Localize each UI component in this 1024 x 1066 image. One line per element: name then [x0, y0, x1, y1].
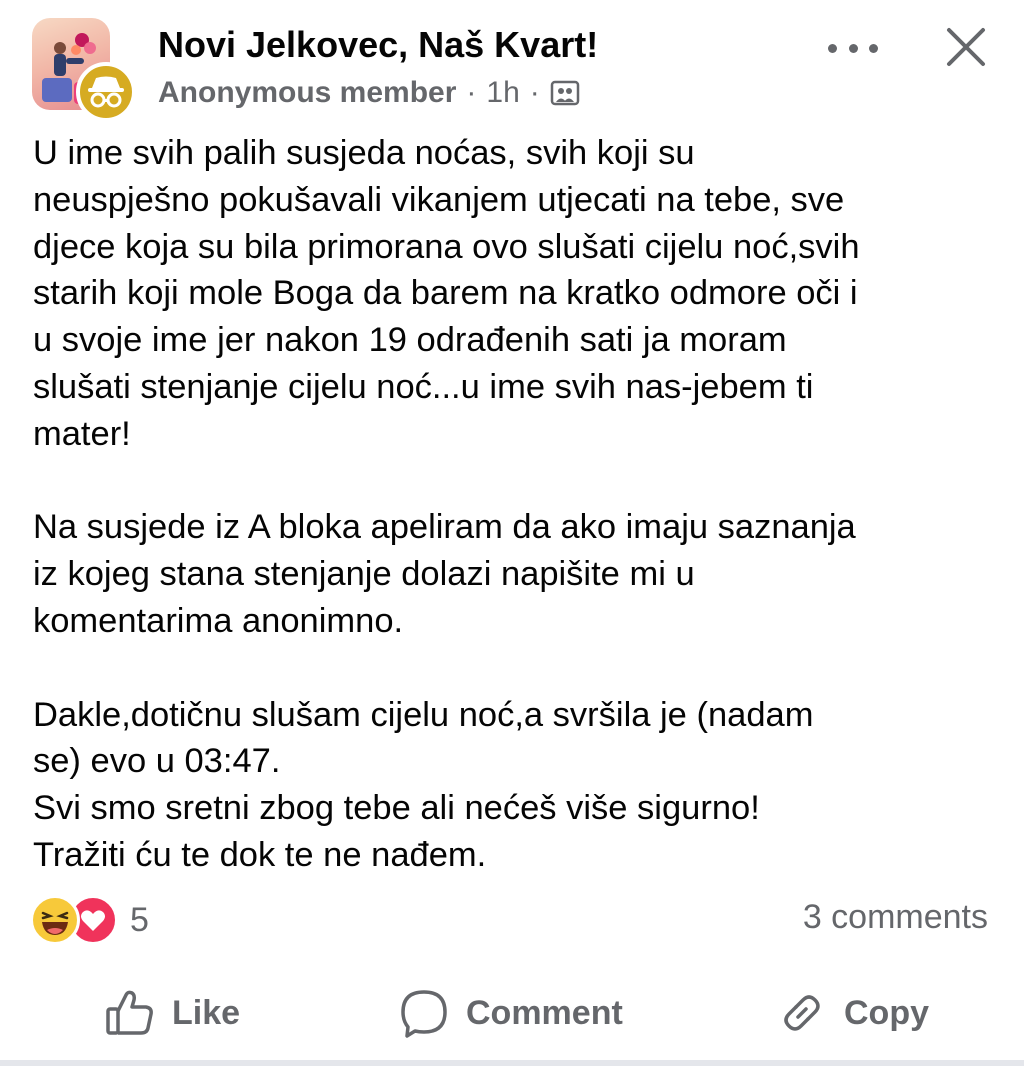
- meta-separator: ·: [466, 76, 477, 109]
- link-icon: [784, 995, 820, 1031]
- like-button[interactable]: Like: [104, 980, 240, 1046]
- post-actions-bar: Like Comment Copy: [0, 980, 1024, 1046]
- group-name-link[interactable]: Novi Jelkovec, Naš Kvart!: [158, 24, 598, 66]
- comment-button[interactable]: Comment: [398, 980, 623, 1046]
- comment-bubble-icon: [401, 990, 447, 1038]
- copy-button[interactable]: Copy: [776, 980, 929, 1046]
- like-label: Like: [172, 993, 241, 1032]
- divider: [0, 1060, 1024, 1066]
- more-dot: [869, 43, 878, 53]
- copy-label: Copy: [844, 993, 929, 1032]
- group-members-icon: [550, 78, 580, 108]
- group-avatar[interactable]: [32, 18, 136, 122]
- close-icon: [947, 28, 985, 66]
- reaction-count: 5: [130, 900, 149, 939]
- meta-separator-2: ·: [529, 76, 540, 109]
- post-paragraph: U ime svih palih susjeda noćas, svih koj…: [33, 134, 860, 453]
- post-paragraph: Na susjede iz A bloka apeliram da ako im…: [33, 508, 856, 640]
- post-timestamp[interactable]: 1h: [486, 76, 519, 110]
- post-header: Novi Jelkovec, Naš Kvart! Anonymous memb…: [0, 0, 1024, 122]
- more-options-button[interactable]: [828, 28, 878, 68]
- comments-count-link[interactable]: 3 comments: [803, 898, 988, 937]
- close-button[interactable]: [944, 25, 988, 69]
- post-paragraph: Dakle,dotičnu slušam cijelu noć,a svršil…: [33, 695, 814, 874]
- thumbs-up-icon: [106, 990, 153, 1035]
- more-dot: [848, 43, 858, 53]
- author-name[interactable]: Anonymous member: [158, 76, 456, 110]
- post-meta: Anonymous member · 1h ·: [158, 76, 580, 110]
- reactions-summary[interactable]: 5: [30, 895, 149, 945]
- post-body: U ime svih palih susjeda noćas, svih koj…: [33, 130, 998, 879]
- comment-label: Comment: [466, 993, 623, 1032]
- anonymous-member-icon: [76, 62, 136, 122]
- more-dot: [828, 43, 837, 53]
- haha-reaction-icon: [30, 895, 80, 945]
